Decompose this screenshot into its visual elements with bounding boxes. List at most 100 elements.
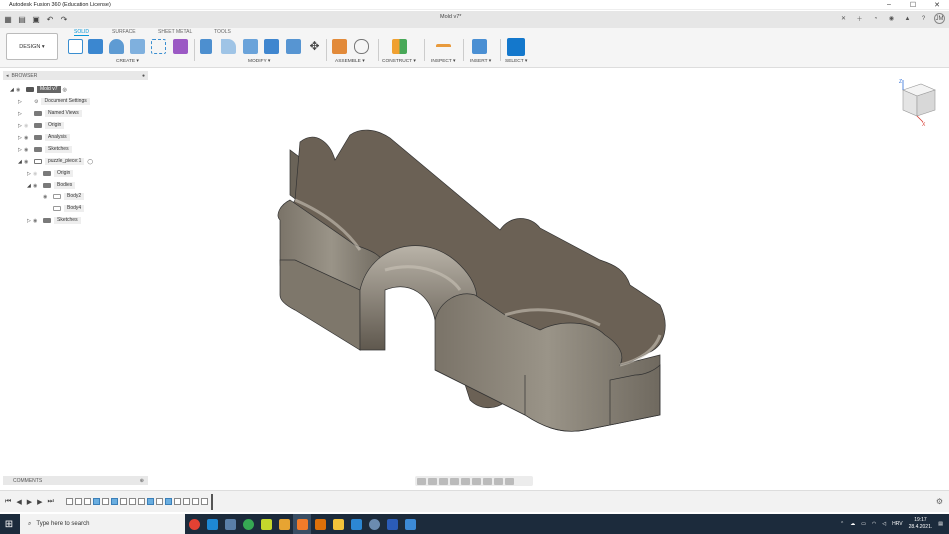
insert-menu[interactable]: INSERT ▾	[470, 59, 491, 64]
cloud-icon[interactable]: ☁	[850, 521, 855, 527]
photos-icon[interactable]	[401, 514, 419, 534]
joint-icon[interactable]	[354, 39, 369, 54]
timeline-feature[interactable]	[74, 498, 82, 505]
timeline-feature[interactable]	[119, 498, 127, 505]
modify-menu[interactable]: MODIFY ▾	[248, 59, 270, 64]
windows-start-icon[interactable]: ⊞	[0, 514, 18, 534]
tab-tools[interactable]: TOOLS	[214, 29, 231, 35]
tree-item-body4[interactable]: Body4	[43, 204, 85, 213]
visibility-icon[interactable]: ◉	[24, 147, 31, 153]
timeline-feature[interactable]	[92, 498, 100, 505]
pan-icon[interactable]	[439, 477, 448, 485]
go-to-end-icon[interactable]: ⏭	[47, 498, 53, 506]
help-icon[interactable]: ?	[918, 13, 929, 24]
document-tab[interactable]: Mold v7*	[440, 14, 461, 20]
move-icon[interactable]: ✥	[307, 39, 322, 54]
activate-icon[interactable]: ◎	[63, 87, 67, 93]
zoom-window-icon[interactable]	[461, 477, 470, 485]
timeline-feature[interactable]	[146, 498, 154, 505]
workspace-switcher[interactable]: DESIGN ▾	[6, 33, 58, 60]
visibility-icon[interactable]: ◉	[33, 183, 40, 189]
save-icon[interactable]: ▣	[30, 14, 42, 26]
shell-icon[interactable]	[264, 39, 279, 54]
app-e-icon[interactable]	[275, 514, 293, 534]
chevron-up-icon[interactable]: ⌃	[840, 521, 844, 527]
revolve-icon[interactable]	[109, 39, 124, 54]
orbit-icon[interactable]	[417, 477, 426, 485]
sweep-icon[interactable]	[130, 39, 145, 54]
expand-triangle-icon[interactable]: ▷	[18, 111, 24, 117]
tree-item-origin[interactable]: ▷ ◉ Origin	[18, 121, 65, 130]
step-forward-icon[interactable]: ▶	[37, 498, 42, 506]
timeline-feature[interactable]	[128, 498, 136, 505]
assemble-menu[interactable]: ASSEMBLE ▾	[335, 59, 365, 64]
fireworks-icon[interactable]	[257, 514, 275, 534]
volume-icon[interactable]: ◁	[882, 521, 886, 527]
timeline-settings-icon[interactable]: ⚙	[936, 497, 943, 506]
fit-icon[interactable]	[472, 477, 481, 485]
timeline-feature[interactable]	[137, 498, 145, 505]
construct-menu[interactable]: CONSTRUCT ▾	[382, 59, 416, 64]
redo-icon[interactable]: ↷	[58, 14, 70, 26]
measure-icon[interactable]	[436, 44, 451, 50]
view-cube[interactable]: Z X	[893, 78, 941, 126]
fillet-icon[interactable]	[221, 39, 236, 54]
tree-item-bodies[interactable]: ◢ ◉ Bodies	[27, 181, 76, 190]
visibility-icon[interactable]: ◉	[33, 218, 40, 224]
loft-icon[interactable]	[151, 39, 166, 54]
tree-item-component[interactable]: ◢ ◉ puzzle_piece:1 ◯	[18, 157, 93, 166]
app-icon[interactable]	[221, 514, 239, 534]
add-comment-icon[interactable]: ⊕	[140, 478, 144, 484]
battery-icon[interactable]: ▭	[861, 521, 866, 527]
tree-item-named-views[interactable]: ▷ Named Views	[18, 109, 82, 118]
tree-root[interactable]: ◢ ◉ Mold v7 ◎	[10, 85, 67, 94]
maximize-button[interactable]: ☐	[901, 1, 925, 9]
tree-item-analysis[interactable]: ▷ ◉ Analysis	[18, 133, 70, 142]
timeline-feature[interactable]	[182, 498, 190, 505]
browser-header[interactable]: ◂ BROWSER ●	[3, 71, 148, 80]
tree-item-sketches-2[interactable]: ▷ ◉ Sketches	[27, 216, 81, 225]
insert-image-icon[interactable]	[472, 39, 487, 54]
notification-center-icon[interactable]: ▤	[938, 521, 943, 527]
illustrator-icon[interactable]	[311, 514, 329, 534]
tree-item-body2[interactable]: ◉ Body2	[43, 192, 85, 201]
offset-plane-icon[interactable]	[392, 39, 407, 54]
tab-close-button[interactable]: ✕	[838, 13, 849, 24]
notifications-icon[interactable]: ▲	[902, 13, 913, 24]
expand-triangle-icon[interactable]: ▷	[18, 99, 24, 105]
app-icon-2[interactable]	[365, 514, 383, 534]
visibility-icon[interactable]: ◉	[43, 194, 50, 200]
timeline-marker[interactable]	[210, 493, 213, 510]
minimize-button[interactable]: –	[877, 1, 901, 9]
tree-item-sketches[interactable]: ▷ ◉ Sketches	[18, 145, 72, 154]
close-window-button[interactable]: ✕	[925, 1, 949, 9]
pin-icon[interactable]: ●	[142, 73, 145, 79]
display-settings-icon[interactable]	[483, 477, 492, 485]
viewports-icon[interactable]	[505, 477, 514, 485]
go-to-start-icon[interactable]: ⏮	[5, 498, 11, 506]
language-indicator[interactable]: HRV	[892, 521, 902, 527]
activate-icon[interactable]: ◯	[87, 159, 93, 165]
timeline-feature[interactable]	[65, 498, 73, 505]
tab-solid[interactable]: SOLID	[74, 29, 90, 36]
file-explorer-icon[interactable]	[329, 514, 347, 534]
inspect-menu[interactable]: INSPECT ▾	[431, 59, 455, 64]
combine-icon[interactable]	[286, 39, 301, 54]
timeline-feature[interactable]	[173, 498, 181, 505]
timeline-feature[interactable]	[191, 498, 199, 505]
new-tab-icon[interactable]: ＋	[854, 13, 865, 24]
visibility-icon[interactable]: ◉	[16, 87, 23, 93]
clock[interactable]: 19:17 28.4.2021.	[909, 517, 933, 531]
mail-icon[interactable]	[347, 514, 365, 534]
chrome-icon[interactable]	[185, 514, 203, 534]
zoom-icon[interactable]	[450, 477, 459, 485]
visibility-icon[interactable]: ◉	[33, 171, 40, 177]
tab-surface[interactable]: SURFACE	[112, 29, 136, 35]
edge-icon[interactable]	[239, 514, 257, 534]
new-sketch-icon[interactable]	[68, 39, 83, 54]
select-menu[interactable]: SELECT ▾	[505, 59, 527, 64]
tab-sheet-metal[interactable]: SHEET METAL	[158, 29, 192, 35]
grid-settings-icon[interactable]	[494, 477, 503, 485]
look-at-icon[interactable]	[428, 477, 437, 485]
collapse-icon[interactable]: ◂	[6, 73, 9, 79]
